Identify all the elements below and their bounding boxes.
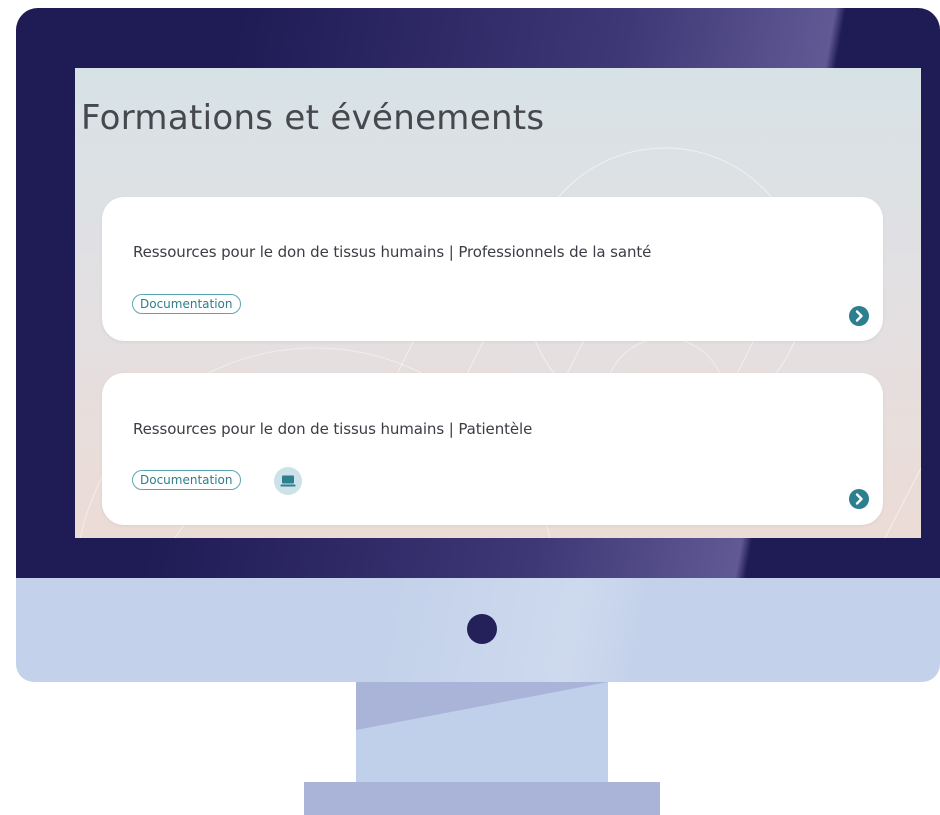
documentation-tag: Documentation (132, 470, 241, 490)
monitor-illustration: Formations et événements Ressources pour… (0, 0, 940, 815)
resource-card-professionals[interactable]: Ressources pour le don de tissus humains… (102, 197, 883, 341)
documentation-tag: Documentation (132, 294, 241, 314)
stand-shadow (356, 682, 608, 730)
camera-dot-icon (467, 614, 497, 644)
chevron-right-icon[interactable] (849, 306, 869, 326)
card-title[interactable]: Ressources pour le don de tissus humains… (133, 420, 532, 438)
page-title: Formations et événements (81, 98, 545, 138)
resource-card-patients[interactable]: Ressources pour le don de tissus humains… (102, 373, 883, 525)
monitor-stand (356, 682, 608, 782)
chevron-right-icon[interactable] (849, 489, 869, 509)
monitor-screen: Formations et événements Ressources pour… (75, 68, 921, 538)
monitor-bezel: Formations et événements Ressources pour… (16, 8, 940, 578)
laptop-icon (274, 467, 302, 495)
monitor-base (304, 782, 660, 815)
card-title[interactable]: Ressources pour le don de tissus humains… (133, 243, 651, 261)
